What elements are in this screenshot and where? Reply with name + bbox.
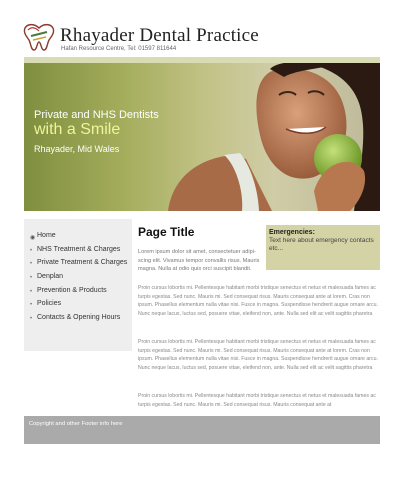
emergencies-body: Text here about emergency contacts etc..… [269,237,374,252]
site-header: Rhayader Dental Practice Hafan Resource … [0,0,400,56]
body-paragraph: Proin cursus lobortis mi. Pellentesque h… [138,339,378,371]
nav-item-label: Contacts & Opening Hours [37,314,121,322]
bullet-icon: • [30,275,33,282]
tooth-logo-icon[interactable] [22,22,56,52]
nav-item-private-treatment[interactable]: • Private Treatment & Charges [24,259,132,273]
nav-item-contacts[interactable]: • Contacts & Opening Hours [24,314,132,328]
nav-item-label: Prevention & Products [37,286,107,294]
intro-text: Lorem ipsum dolor sit amet, consectetuer… [138,249,260,273]
body-paragraph: Proin cursus lobortis mi. Pellentesque h… [138,393,376,408]
bullet-icon: • [30,302,33,309]
nav-item-nhs-treatment[interactable]: • NHS Treatment & Charges [24,246,132,260]
radio-bullet-icon: ◉ [30,235,36,241]
nav-item-label: Home [37,232,56,239]
footer-text: Copyright and other Footer info here [29,421,123,427]
site-title[interactable]: Rhayader Dental Practice [60,25,259,47]
bullet-icon: • [30,288,33,295]
hero-tagline: with a Smile [34,121,121,138]
bullet-icon: • [30,247,33,254]
nav-list: ◉ Home • NHS Treatment & Charges • Priva… [24,219,132,328]
emergencies-title: Emergencies: [269,229,315,236]
hero-banner: Private and NHS Dentists with a Smile Rh… [24,63,380,211]
bullet-icon: • [30,261,33,268]
sidebar-nav: ◉ Home • NHS Treatment & Charges • Priva… [24,219,132,351]
page-title: Page Title [138,225,195,239]
site-subtitle: Hafan Resource Centre, Tel: 01597 811644 [61,46,177,52]
site-footer: Copyright and other Footer info here [24,416,380,444]
nav-item-policies[interactable]: • Policies [24,300,132,314]
bullet-icon: • [30,316,33,323]
nav-item-label: Denplan [37,273,64,281]
hero-photo [168,63,380,211]
nav-item-prevention[interactable]: • Prevention & Products [24,287,132,301]
nav-item-home[interactable]: ◉ Home [24,232,132,246]
body-paragraph: Proin cursus lobortis mi. Pellentesque h… [138,285,378,317]
nav-item-label: NHS Treatment & Charges [37,245,121,253]
emergencies-box: Emergencies: Text here about emergency c… [266,225,380,270]
nav-item-label: Policies [37,300,62,308]
hero-headline: Private and NHS Dentists [34,109,159,121]
nav-item-label: Private Treatment & Charges [37,259,128,267]
nav-item-denplan[interactable]: • Denplan [24,273,132,287]
hero-location: Rhayader, Mid Wales [34,144,120,154]
